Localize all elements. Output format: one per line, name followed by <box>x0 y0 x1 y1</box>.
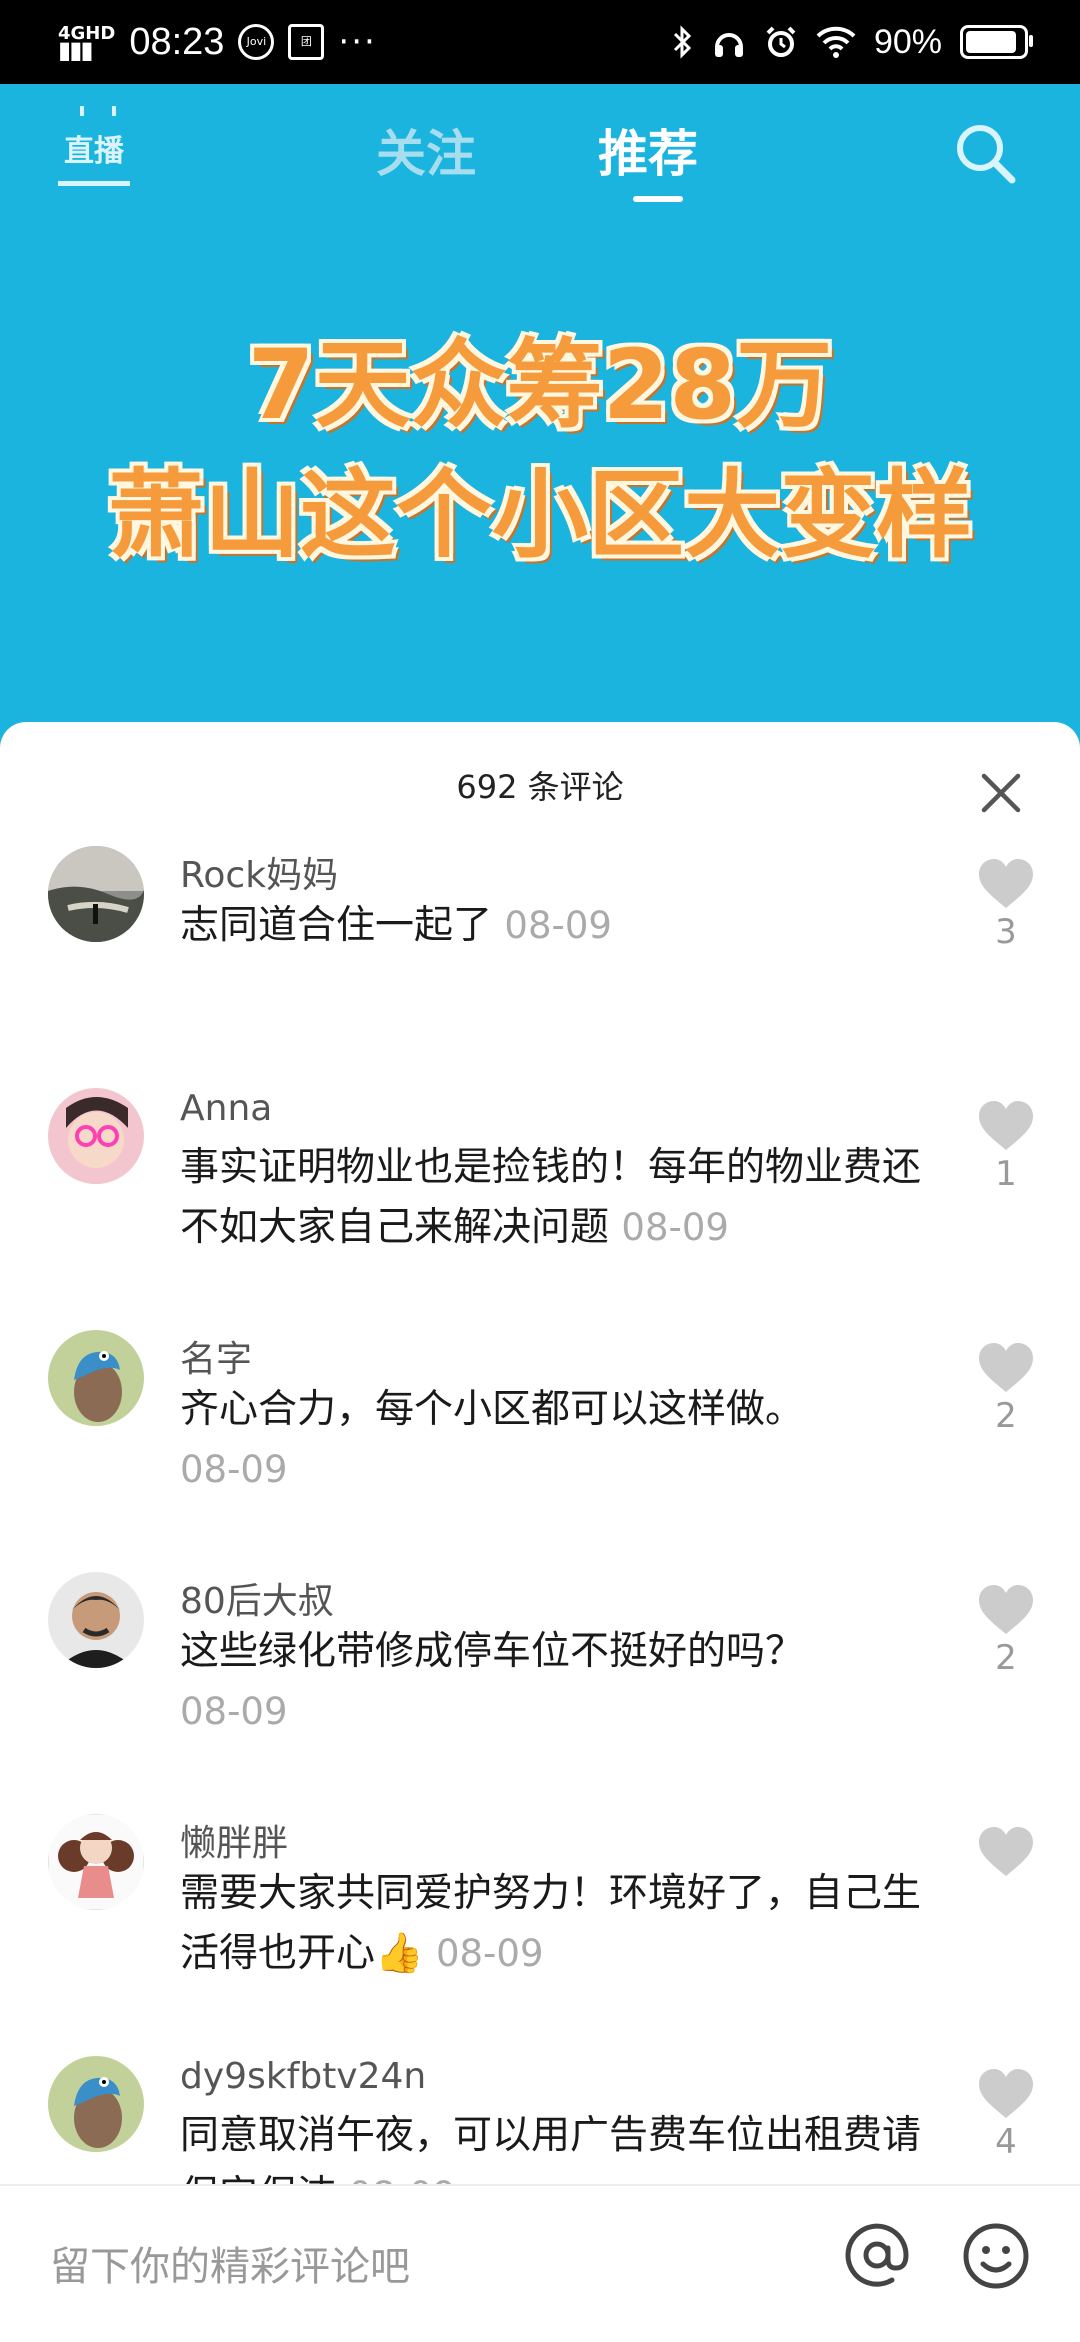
comment-username[interactable]: Rock妈妈 <box>180 846 338 898</box>
like-button[interactable] <box>976 1826 1036 1880</box>
like-button[interactable]: 2 <box>976 1584 1036 1678</box>
network-indicator: 4GHD ▮▮▮ <box>58 23 116 64</box>
heart-icon <box>979 859 1033 908</box>
comment-text: 志同道合住一起了 08-09 <box>180 903 612 948</box>
comment-date: 08-09 <box>621 1206 729 1249</box>
like-count: 2 <box>995 1638 1017 1678</box>
search-icon[interactable] <box>952 120 1018 186</box>
comment-item: 名字 齐心合力，每个小区都可以这样做。 08-09 2 <box>0 1326 1080 1568</box>
close-icon[interactable] <box>976 768 1026 818</box>
comment-item: Rock妈妈 志同道合住一起了 08-09 3 <box>0 842 1080 1084</box>
more-notifications-icon: ··· <box>338 22 377 62</box>
like-count: 2 <box>995 1396 1017 1436</box>
comment-item: 80后大叔 这些绿化带修成停车位不挺好的吗？ 08-09 2 <box>0 1568 1080 1810</box>
comment-item: Anna 事实证明物业也是捡钱的！每年的物业费还不如大家自己来解决问题 08-0… <box>0 1084 1080 1326</box>
avatar[interactable] <box>48 1088 144 1184</box>
alarm-icon <box>766 26 796 57</box>
live-label: 直播 <box>64 133 124 169</box>
at-icon[interactable] <box>842 2220 912 2290</box>
comment-username[interactable]: 80后大叔 <box>180 1572 334 1624</box>
comment-text: 齐心合力，每个小区都可以这样做。 08-09 <box>180 1387 805 1491</box>
heart-icon <box>979 2069 1033 2118</box>
comment-username[interactable]: dy9skfbtv24n <box>180 2056 426 2097</box>
heart-icon <box>979 1101 1033 1150</box>
comment-list: Rock妈妈 志同道合住一起了 08-09 3 Anna 事实证明物业也是捡钱的… <box>0 842 1080 2294</box>
headline-line-1: 7天众筹28万 <box>247 329 833 441</box>
comments-sheet: 692 条评论 Rock妈妈 志同道合住一起了 08-09 3 Anna 事实证… <box>0 722 1080 2340</box>
heart-icon <box>979 1343 1033 1392</box>
like-count: 3 <box>995 912 1017 952</box>
comment-date: 08-09 <box>180 1448 288 1491</box>
avatar[interactable] <box>48 2056 144 2152</box>
comment-input-bar: 留下你的精彩评论吧 <box>0 2184 1080 2342</box>
comment-item: 懒胖胖 需要大家共同爱护努力！环境好了，自己生活得也开心👍 08-09 <box>0 1810 1080 2052</box>
avatar[interactable] <box>48 1814 144 1910</box>
tab-recommend[interactable]: 推荐 <box>598 114 698 186</box>
like-button[interactable]: 3 <box>976 858 1036 952</box>
like-count: 1 <box>995 1154 1017 1194</box>
bluetooth-icon <box>673 25 692 59</box>
like-count: 4 <box>995 2122 1017 2162</box>
wifi-icon <box>816 26 856 58</box>
comment-date: 08-09 <box>504 904 612 947</box>
live-button[interactable]: 直播 <box>58 114 130 186</box>
battery-icon <box>960 25 1033 59</box>
avatar[interactable] <box>48 1572 144 1668</box>
status-time: 08:23 <box>129 20 225 63</box>
avatar[interactable] <box>48 1330 144 1426</box>
avatar[interactable] <box>48 846 144 942</box>
comment-username[interactable]: 名字 <box>180 1330 252 1382</box>
comment-date: 08-09 <box>180 1690 288 1733</box>
status-bar: 4GHD ▮▮▮ 08:23 Jovi 团 ··· 90% <box>0 0 1080 84</box>
battery-percent: 90% <box>873 22 942 61</box>
comment-text: 这些绿化带修成停车位不挺好的吗？ 08-09 <box>180 1629 805 1733</box>
jovi-icon: Jovi <box>238 24 275 60</box>
like-button[interactable]: 1 <box>976 1100 1036 1194</box>
comments-count-title: 692 条评论 <box>456 768 624 806</box>
like-button[interactable]: 4 <box>976 2068 1036 2162</box>
like-button[interactable]: 2 <box>976 1342 1036 1436</box>
tab-follow[interactable]: 关注 <box>376 114 476 186</box>
top-nav: 直播 关注 推荐 <box>0 84 1080 214</box>
active-tab-indicator <box>633 196 683 202</box>
comment-text: 需要大家共同爱护努力！环境好了，自己生活得也开心👍 08-09 <box>180 1871 922 1976</box>
comment-date: 08-09 <box>435 1932 544 1975</box>
heart-icon <box>979 1585 1033 1634</box>
comment-username[interactable]: Anna <box>180 1088 272 1129</box>
tuan-app-icon: 团 <box>288 24 325 60</box>
headphones-icon <box>714 33 743 57</box>
comment-input[interactable]: 留下你的精彩评论吧 <box>50 2234 410 2292</box>
comment-text: 事实证明物业也是捡钱的！每年的物业费还不如大家自己来解决问题 08-09 <box>180 1145 922 1250</box>
headline-line-2: 萧山这个小区大变样 <box>108 459 972 571</box>
emoji-icon[interactable] <box>962 2222 1030 2290</box>
video-headline: 7天众筹28万 萧山这个小区大变样 <box>0 320 1080 580</box>
comment-username[interactable]: 懒胖胖 <box>180 1814 288 1866</box>
heart-icon <box>979 1827 1033 1876</box>
